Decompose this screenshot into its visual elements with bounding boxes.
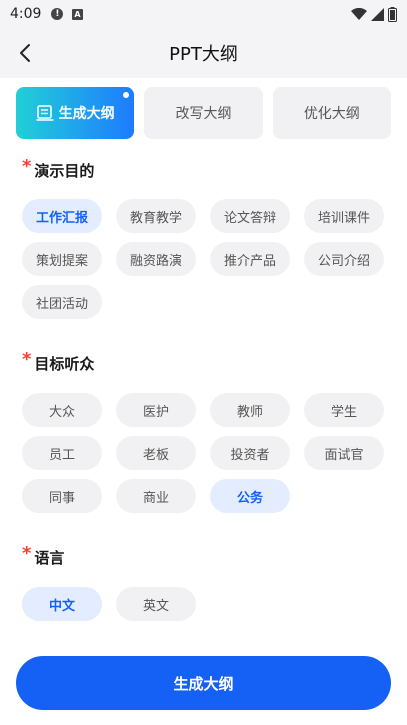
chip-work-report[interactable]: 工作汇报 <box>22 199 102 233</box>
chip-thesis-defense[interactable]: 论文答辩 <box>210 199 290 233</box>
chip-boss[interactable]: 老板 <box>116 436 196 470</box>
audience-options: 大众 医护 教师 学生 员工 老板 投资者 面试官 同事 商业 公务 <box>22 393 386 513</box>
back-button[interactable] <box>10 38 40 68</box>
alert-icon: ! <box>51 8 64 20</box>
section-label: 演示目的 <box>34 162 95 180</box>
section-label: 语言 <box>34 549 65 567</box>
chip-medical[interactable]: 医护 <box>116 393 196 427</box>
chip-government[interactable]: 公务 <box>210 479 290 513</box>
chip-club-activity[interactable]: 社团活动 <box>22 285 102 319</box>
chip-product-promo[interactable]: 推介产品 <box>210 242 290 276</box>
required-mark: * <box>22 156 32 177</box>
tab-label: 生成大纲 <box>58 106 115 122</box>
chip-student[interactable]: 学生 <box>304 393 384 427</box>
audience-section-title: * 目标听众 <box>22 349 95 374</box>
battery-icon <box>388 6 397 22</box>
chip-interviewer[interactable]: 面试官 <box>304 436 384 470</box>
chip-chinese[interactable]: 中文 <box>22 587 102 621</box>
chip-company-intro[interactable]: 公司介绍 <box>304 242 384 276</box>
chip-education[interactable]: 教育教学 <box>116 199 196 233</box>
generate-outline-button[interactable]: 生成大纲 <box>16 656 391 710</box>
chip-english[interactable]: 英文 <box>116 587 196 621</box>
chip-public[interactable]: 大众 <box>22 393 102 427</box>
status-time: 4:09 <box>10 6 42 22</box>
chip-training[interactable]: 培训课件 <box>304 199 384 233</box>
tab-label: 优化大纲 <box>303 106 360 122</box>
active-dot <box>123 92 130 98</box>
page-title: PPT大纲 <box>169 44 238 65</box>
chip-employee[interactable]: 员工 <box>22 436 102 470</box>
wifi-icon <box>351 8 367 20</box>
chip-colleague[interactable]: 同事 <box>22 479 102 513</box>
tab-generate-outline[interactable]: 生成大纲 <box>16 87 135 139</box>
section-label: 目标听众 <box>34 355 95 373</box>
chip-roadshow[interactable]: 融资路演 <box>116 242 196 276</box>
tab-optimize-outline[interactable]: 优化大纲 <box>272 87 391 139</box>
chip-teacher[interactable]: 教师 <box>210 393 290 427</box>
required-mark: * <box>22 349 32 370</box>
required-mark: * <box>22 543 32 564</box>
app-bar: PPT大纲 <box>0 28 407 78</box>
tab-rewrite-outline[interactable]: 改写大纲 <box>144 87 263 139</box>
signal-icon <box>371 7 384 21</box>
a-glyph: A <box>71 8 83 20</box>
purpose-section-title: * 演示目的 <box>22 156 95 181</box>
purpose-options: 工作汇报 教育教学 论文答辩 培训课件 策划提案 融资路演 推介产品 公司介绍 … <box>22 199 386 319</box>
chip-business[interactable]: 商业 <box>116 479 196 513</box>
status-right <box>351 6 397 22</box>
chevron-left-icon <box>20 44 30 62</box>
language-section-title: * 语言 <box>22 543 65 568</box>
chip-proposal[interactable]: 策划提案 <box>22 242 102 276</box>
status-bar: 4:09 ! A <box>0 0 407 28</box>
chip-investor[interactable]: 投资者 <box>210 436 290 470</box>
document-icon <box>36 105 54 121</box>
alert-glyph: ! <box>51 8 64 20</box>
tab-label: 改写大纲 <box>175 106 232 122</box>
font-a-icon: A <box>71 8 83 20</box>
mode-tabs: 生成大纲 改写大纲 优化大纲 <box>16 87 391 139</box>
language-options: 中文 英文 <box>22 587 386 621</box>
